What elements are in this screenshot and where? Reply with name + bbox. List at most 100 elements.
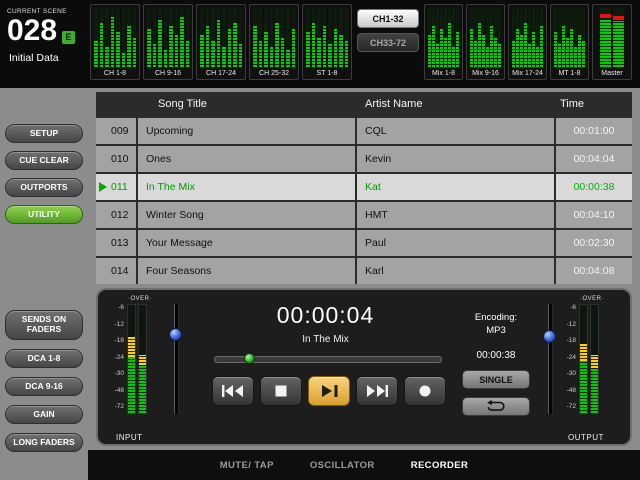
song-title: Ones: [138, 146, 355, 172]
sidebar-top-group: SETUP CUE CLEAR OUTPORTS UTILITY: [5, 124, 83, 224]
tab-recorder[interactable]: RECORDER: [411, 460, 469, 471]
top-meter-bridge: CURRENT SCENE 028 E Initial Data CH 1-8C…: [0, 0, 640, 88]
encoding-value: MP3: [450, 325, 542, 336]
meter-group-ch-1-8: CH 1-8: [90, 4, 140, 80]
song-row-014[interactable]: 014Four SeasonsKarl00:04:08: [96, 258, 632, 284]
meter-group-label: CH 1-8: [91, 68, 139, 79]
scene-name: Initial Data: [9, 52, 88, 64]
song-number: 011: [96, 174, 136, 200]
level-bar: [579, 304, 588, 414]
song-artist: CQL: [357, 118, 554, 144]
scene-panel: CURRENT SCENE 028 E Initial Data: [2, 2, 88, 86]
record-button[interactable]: [404, 376, 446, 406]
sidebar-button-dca-9-16[interactable]: DCA 9-16: [5, 377, 83, 396]
song-artist: Kevin: [357, 146, 554, 172]
output-fader[interactable]: [542, 304, 557, 414]
song-artist: Kat: [357, 174, 554, 200]
output-meter: ·OVER· -6-12-18-24-30-48-72 OUTPUT: [540, 296, 622, 442]
level-bar: [127, 304, 136, 414]
progress-bar[interactable]: [214, 356, 442, 363]
meter-group-label: Mix 17-24: [509, 68, 546, 79]
stop-button[interactable]: [260, 376, 302, 406]
play-pause-button[interactable]: [308, 376, 350, 406]
sidebar-button-setup[interactable]: SETUP: [5, 124, 83, 143]
meter-group-label: MT 1-8: [551, 68, 588, 79]
song-row-013[interactable]: 013Your MessagePaul00:02:30: [96, 230, 632, 256]
input-over-label: ·OVER·: [128, 296, 152, 302]
rewind-button[interactable]: [212, 376, 254, 406]
sidebar-button-gain[interactable]: GAIN: [5, 405, 83, 424]
song-row-011[interactable]: 011In The MixKat00:00:38: [96, 174, 632, 200]
meter-group-ch-9-16: CH 9-16: [143, 4, 193, 80]
play-mode-button[interactable]: SINGLE: [462, 370, 530, 389]
meter-group-mt-1-8: MT 1-8: [550, 4, 589, 80]
console-screen: CURRENT SCENE 028 E Initial Data CH 1-8C…: [0, 0, 640, 480]
song-row-012[interactable]: 012Winter SongHMT00:04:10: [96, 202, 632, 228]
song-row-010[interactable]: 010OnesKevin00:04:04: [96, 146, 632, 172]
transport-controls: [212, 376, 446, 406]
sidebar-button-long-faders[interactable]: LONG FADERS: [5, 433, 83, 452]
output-fader-track[interactable]: [548, 304, 553, 414]
over-indicator: [600, 14, 611, 18]
sidebar-button-sends-on-faders[interactable]: SENDS ON FADERS: [5, 310, 83, 340]
song-artist: Paul: [357, 230, 554, 256]
song-number: 012: [96, 202, 136, 228]
meter-groups-left: CH 1-8 CH 9-16CH 17-24 CH 25-32 ST 1-8: [90, 4, 352, 80]
song-rows: 009UpcomingCQL00:01:00010OnesKevin00:04:…: [96, 118, 632, 284]
song-title: Upcoming: [138, 118, 355, 144]
over-indicator: [613, 16, 624, 20]
repeat-button[interactable]: [462, 397, 530, 416]
output-fader-knob[interactable]: [543, 330, 556, 343]
meter-row: CH 1-8 CH 9-16CH 17-24 CH 25-32 ST 1-8 CH1-…: [90, 4, 632, 80]
tab-mute-tap[interactable]: MUTE/ TAP: [220, 460, 274, 471]
meter-group-ch-17-24: CH 17-24: [196, 4, 246, 80]
song-list: Song Title Artist Name Time 009UpcomingC…: [96, 92, 632, 284]
header-song-title: Song Title: [138, 98, 355, 110]
song-time: 00:04:04: [556, 146, 632, 172]
input-fader-knob[interactable]: [169, 328, 182, 341]
input-fader-track[interactable]: [174, 304, 179, 414]
song-number: 010: [96, 146, 136, 172]
output-over-label: ·OVER·: [580, 296, 604, 302]
sidebar-button-utility[interactable]: UTILITY: [5, 205, 83, 224]
meter-groups-right: Mix 1-8 Mix 9-16 Mix 17-24 MT 1-8 Master: [424, 4, 632, 80]
meter-group-st-1-8: ST 1-8: [302, 4, 352, 80]
meter-group-label: CH 25-32: [250, 68, 298, 79]
layer-button-ch33-72[interactable]: CH33-72: [357, 33, 419, 52]
input-meter: ·OVER· -6-12-18-24-30-48-72 INPUT: [108, 296, 190, 442]
meter-group-label: Master: [593, 68, 631, 79]
input-meter-scale: -6-12-18-24-30-48-72: [108, 305, 124, 411]
forward-button[interactable]: [356, 376, 398, 406]
layer-buttons: CH1-32 CH33-72: [355, 4, 421, 52]
meter-group-mix-1-8: Mix 1-8: [424, 4, 463, 80]
sidebar-bottom-group: SENDS ON FADERS DCA 1-8 DCA 9-16 GAIN LONG F…: [5, 310, 83, 452]
song-title: Four Seasons: [138, 258, 355, 284]
encoding-label: Encoding:: [450, 312, 542, 323]
meter-group-ch-25-32: CH 25-32: [249, 4, 299, 80]
meter-group-label: Mix 9-16: [467, 68, 504, 79]
song-title: Your Message: [138, 230, 355, 256]
tab-oscillator[interactable]: OSCILLATOR: [310, 460, 375, 471]
sidebar-button-cue-clear[interactable]: CUE CLEAR: [5, 151, 83, 170]
playing-icon: [99, 182, 107, 192]
input-fader[interactable]: [168, 304, 183, 414]
sidebar: SETUP CUE CLEAR OUTPORTS UTILITY SENDS ON F…: [0, 88, 88, 480]
layer-button-ch1-32[interactable]: CH1-32: [357, 9, 419, 28]
song-list-header: Song Title Artist Name Time: [96, 92, 632, 116]
output-label: OUTPUT: [568, 433, 604, 442]
meter-group-mix-17-24: Mix 17-24: [508, 4, 547, 80]
sidebar-button-outports[interactable]: OUTPORTS: [5, 178, 83, 197]
song-time: 00:04:10: [556, 202, 632, 228]
song-row-009[interactable]: 009UpcomingCQL00:01:00: [96, 118, 632, 144]
progress-knob[interactable]: [244, 353, 255, 364]
scene-edit-badge: E: [62, 31, 75, 44]
song-time: 00:01:00: [556, 118, 632, 144]
sidebar-button-dca-1-8[interactable]: DCA 1-8: [5, 349, 83, 368]
level-bar: [138, 304, 147, 414]
song-number: 013: [96, 230, 136, 256]
song-artist: HMT: [357, 202, 554, 228]
current-song-title: In The Mix: [213, 334, 438, 345]
recorder-panel: ·OVER· -6-12-18-24-30-48-72 INPUT 00:00:…: [96, 288, 632, 446]
output-meter-bars: [579, 304, 599, 414]
song-title: Winter Song: [138, 202, 355, 228]
